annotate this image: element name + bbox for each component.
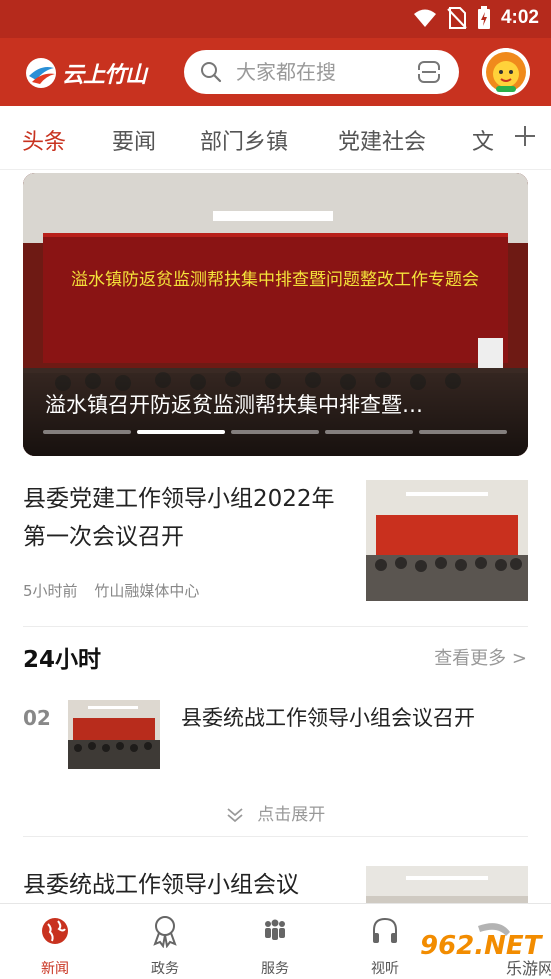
expand-label: 点击展开 (257, 805, 326, 825)
news-thumbnail (366, 480, 528, 601)
avatar[interactable] (482, 48, 530, 96)
section-title-24h: 24小时 (23, 647, 102, 673)
news-item[interactable]: 县委党建工作领导小组2022年第一次会议召开 5小时前 竹山融媒体中心 (23, 480, 528, 602)
scan-icon[interactable] (417, 60, 441, 84)
search-icon (201, 62, 222, 83)
wifi-icon (413, 9, 436, 27)
headphones-icon (373, 917, 397, 943)
ranked-news-title: 县委统战工作领导小组会议召开 (181, 706, 475, 730)
nav-label: 新闻 (41, 961, 69, 977)
tab-party-society[interactable]: 党建社会 (338, 124, 426, 156)
status-time: 4:02 (500, 7, 539, 28)
expand-button[interactable]: 点击展开 (0, 800, 551, 825)
ranked-news-thumbnail (68, 700, 160, 769)
news-thumbnail (366, 866, 528, 906)
search-bar[interactable] (184, 50, 459, 94)
meeting-photo (68, 700, 160, 769)
tab-news[interactable]: 要闻 (112, 124, 156, 156)
award-icon (153, 916, 177, 948)
news-item[interactable]: 县委统战工作领导小组会议 (23, 866, 528, 906)
lion-mascot-icon (482, 48, 530, 96)
nav-label: 政务 (151, 961, 179, 977)
banner-caption: 溢水镇召开防返贫监测帮扶集中排查暨… (45, 393, 423, 417)
people-icon (265, 919, 285, 940)
logo-emblem-icon (26, 58, 56, 88)
app-header: 云上竹山 (0, 38, 551, 106)
watermark-graphic: 962.NET 乐游网 (420, 923, 551, 978)
pagination-dot (325, 430, 413, 434)
divider (23, 626, 528, 627)
tab-headlines[interactable]: 头条 (22, 124, 66, 156)
featured-banner[interactable]: 溢水镇防返贫监测帮扶集中排查暨问题整改工作专题会 溢水镇召开防返贫监测帮扶集中排… (23, 173, 528, 456)
pagination-dot (43, 430, 131, 434)
nav-label: 服务 (261, 961, 289, 977)
battery-charging-icon (477, 6, 490, 29)
meeting-photo (366, 866, 528, 906)
news-title: 县委党建工作领导小组2022年第一次会议召开 (23, 486, 335, 550)
pagination-dot (231, 430, 319, 434)
status-bar: 4:02 (0, 0, 551, 38)
plus-icon[interactable] (513, 124, 537, 148)
globe-icon (42, 918, 68, 944)
no-sim-icon (447, 7, 467, 29)
watermark-logo: 962.NET 乐游网 (410, 920, 551, 979)
watermark-subtext: 乐游网 (506, 959, 551, 978)
watermark-text: 962.NET (420, 931, 544, 961)
nav-item-government[interactable]: 政务 (125, 914, 205, 978)
pagination-dot (419, 430, 507, 434)
news-meta: 5小时前 竹山融媒体中心 (23, 580, 199, 601)
nav-item-news[interactable]: 新闻 (15, 914, 95, 978)
double-chevron-down-icon (227, 808, 243, 823)
nav-item-service[interactable]: 服务 (235, 914, 315, 978)
search-input[interactable] (236, 56, 411, 88)
pagination-dot-active (137, 430, 225, 434)
see-more-link[interactable]: 查看更多 > (434, 644, 527, 670)
category-tabs: 头条 要闻 部门乡镇 党建社会 文 (0, 106, 551, 170)
app-logo[interactable]: 云上竹山 (24, 54, 160, 92)
tab-departments[interactable]: 部门乡镇 (200, 124, 288, 156)
ranked-news-item[interactable]: 02 县委统战工作领导小组会议召开 (23, 700, 528, 770)
news-time: 5小时前 (23, 582, 78, 600)
logo-text: 云上竹山 (62, 63, 147, 88)
meeting-photo (366, 480, 528, 601)
news-source: 竹山融媒体中心 (94, 582, 200, 600)
news-title: 县委统战工作领导小组会议 (23, 872, 299, 898)
divider (23, 836, 528, 837)
status-icons: 4:02 (413, 6, 539, 30)
banner-pagination (43, 430, 507, 434)
banner-slide-text: 溢水镇防返贫监测帮扶集中排查暨问题整改工作专题会 (71, 270, 479, 290)
rank-number: 02 (23, 706, 51, 730)
